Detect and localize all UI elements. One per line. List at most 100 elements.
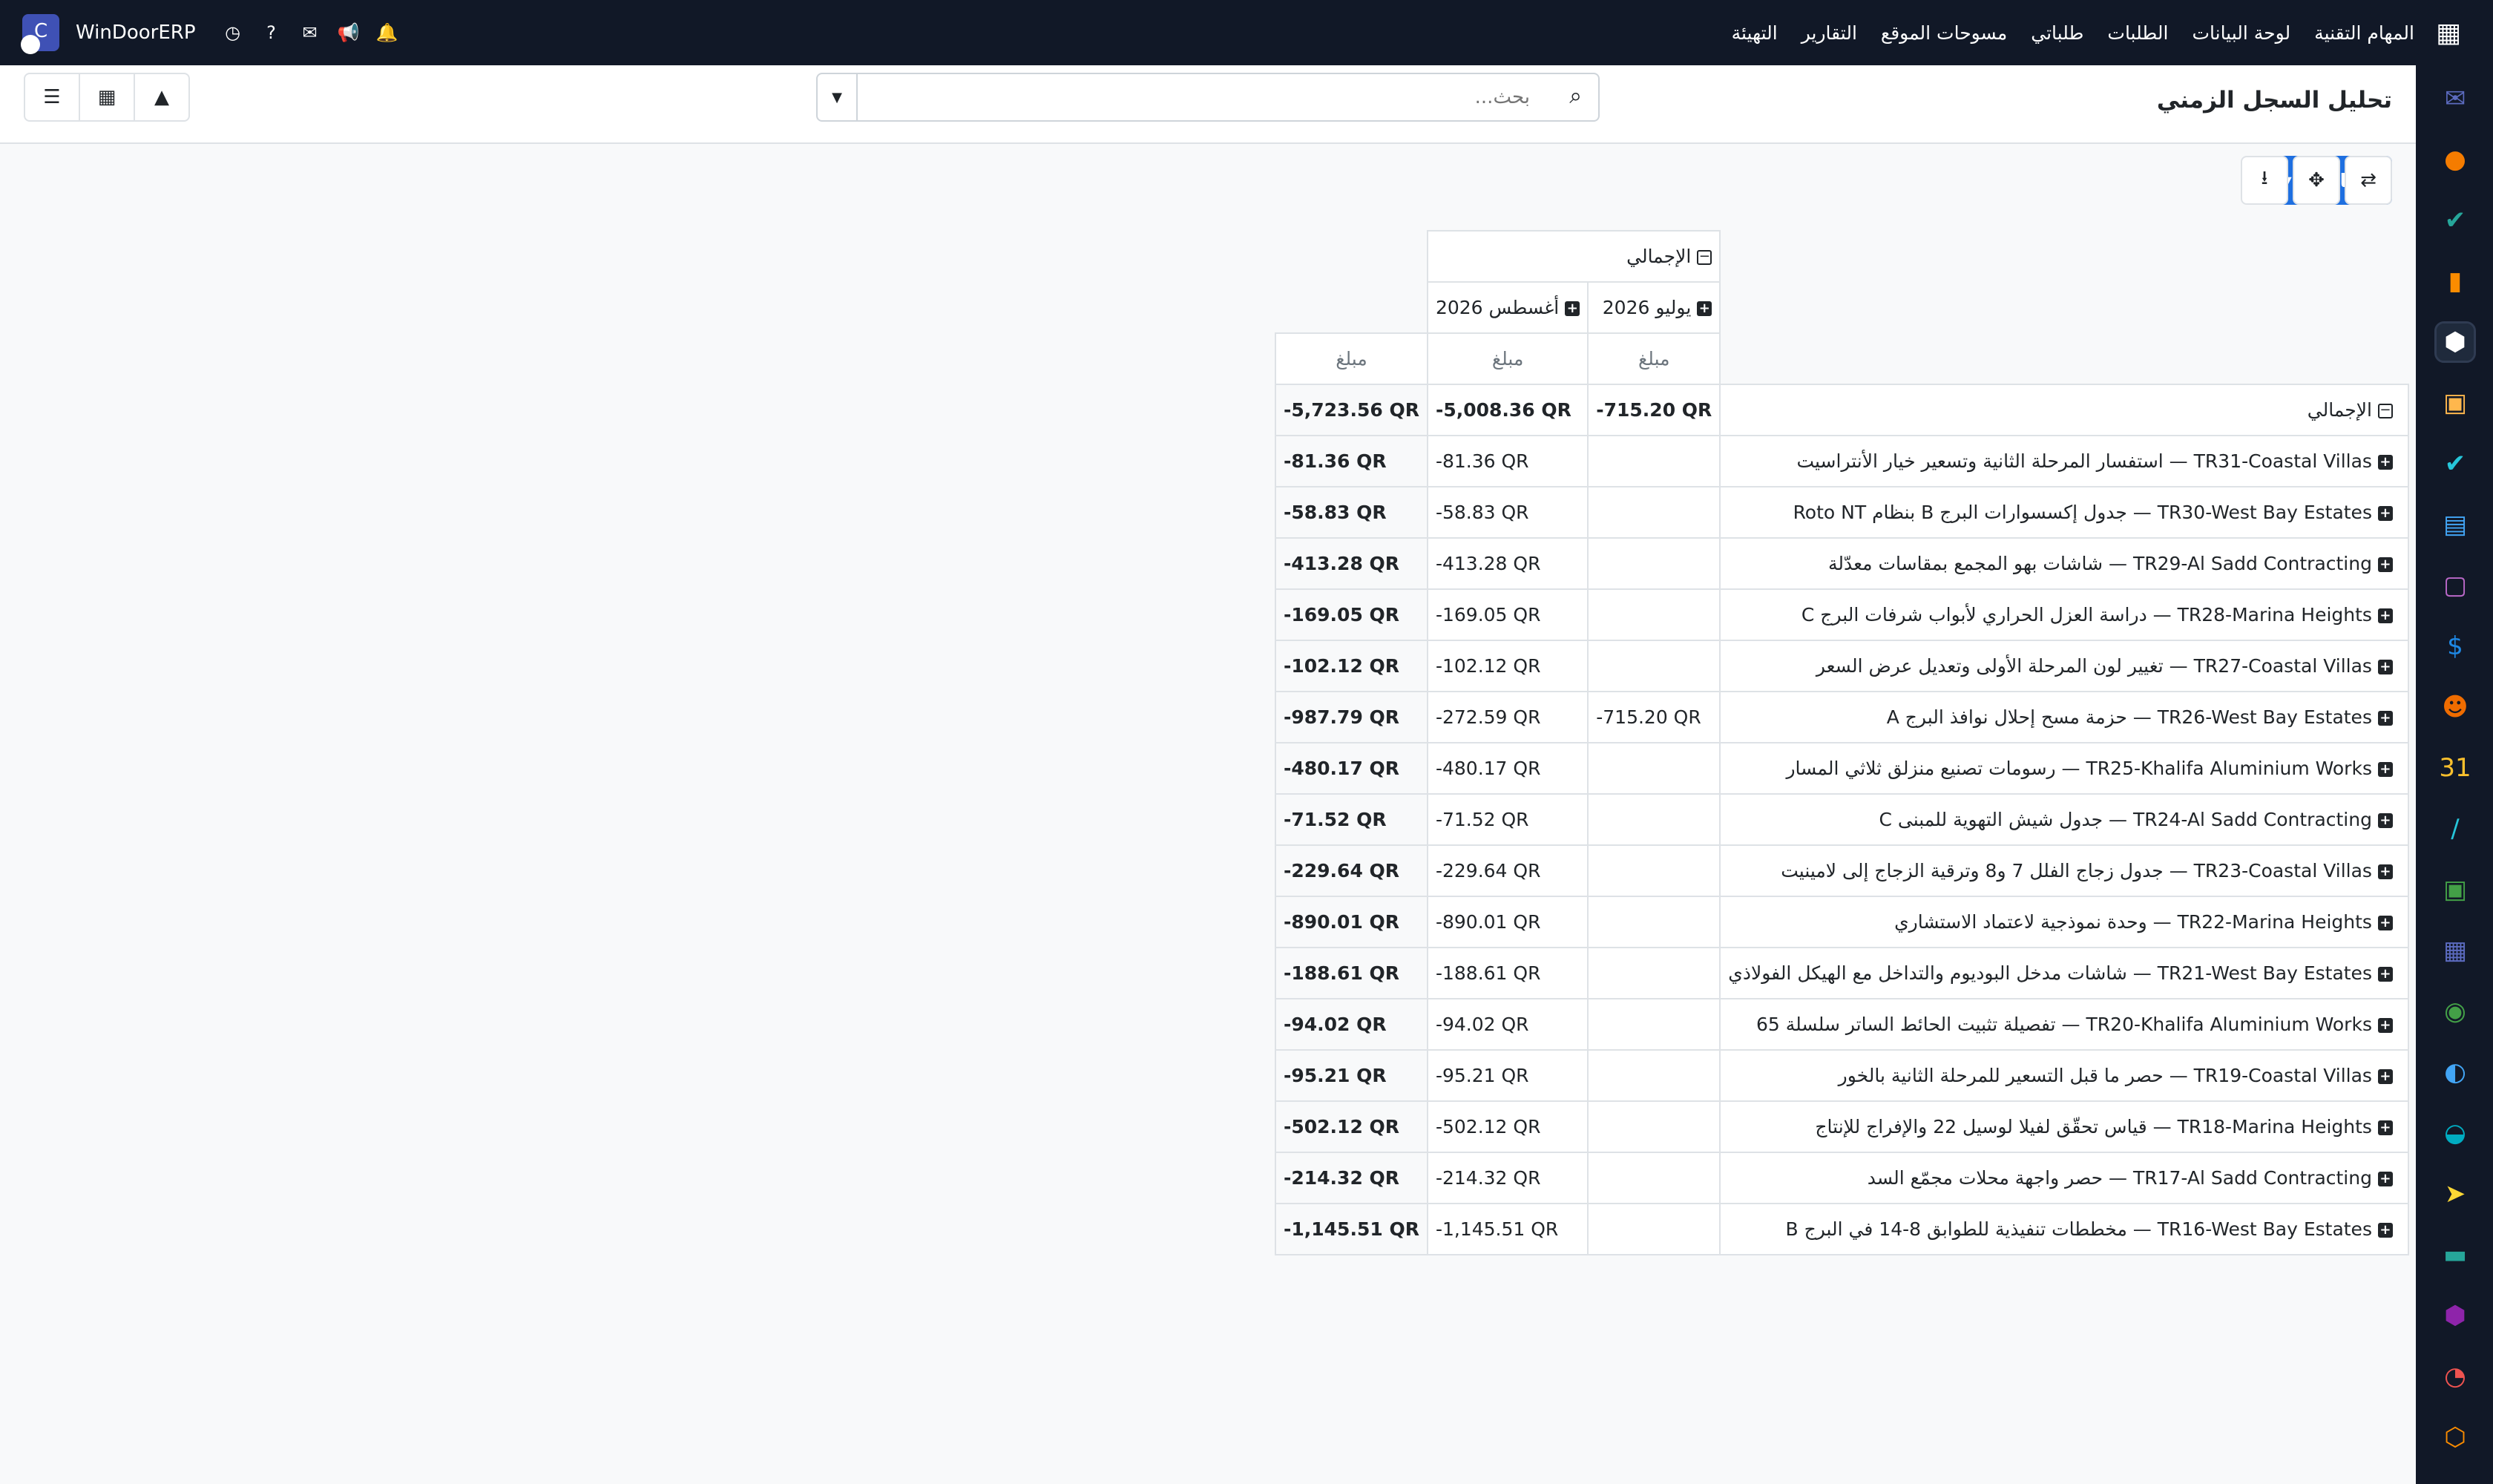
people-app-icon[interactable]: ☻ [2437, 689, 2474, 726]
row-header[interactable]: + TR29-Al Sadd Contracting — شاشات بهو ال… [1719, 537, 2409, 590]
cell-august[interactable]: -58.83 QR [1426, 486, 1589, 539]
cell-august[interactable]: -169.05 QR [1426, 588, 1589, 641]
planet-app-icon[interactable]: ◐ [2437, 1054, 2474, 1091]
cell-august[interactable]: -272.59 QR [1426, 691, 1589, 743]
cell-august[interactable]: -102.12 QR [1426, 640, 1589, 692]
cell-row-total[interactable]: -229.64 QR [1275, 844, 1428, 897]
cell-july[interactable]: -715.20 QR [1587, 691, 1721, 743]
row-header[interactable]: + TR17-Al Sadd Contracting — حصر واجهة مح… [1719, 1152, 2409, 1204]
search-options-toggle[interactable]: ▼ [818, 74, 858, 120]
row-header[interactable]: + TR22-Marina Heights — وحدة نموذجية لاعت… [1719, 896, 2409, 948]
gear-app-icon[interactable]: ⬡ [2437, 1419, 2474, 1456]
cell-august[interactable]: -502.12 QR [1426, 1100, 1589, 1153]
company-logo[interactable] [21, 14, 59, 54]
contact-app-icon[interactable]: ▣ [2437, 871, 2474, 908]
cell-july[interactable] [1587, 1203, 1721, 1255]
cell-july[interactable] [1587, 844, 1721, 897]
mail-app-icon[interactable]: ✉ [2437, 80, 2474, 117]
help-icon[interactable]: ? [252, 22, 291, 43]
search-input[interactable] [861, 80, 1531, 114]
cell-august[interactable]: -890.01 QR [1426, 896, 1589, 948]
cell-august[interactable]: -480.17 QR [1426, 742, 1589, 795]
download-icon[interactable]: ⭳ [2241, 156, 2288, 205]
menu-item-technical-tasks[interactable]: المهام التقنية [2302, 22, 2426, 44]
row-header[interactable]: + TR27-Coastal Villas — تغيير لون المرحلة… [1719, 640, 2409, 692]
cell-row-total[interactable]: -214.32 QR [1275, 1152, 1428, 1204]
row-header[interactable]: + TR24-Al Sadd Contracting — جدول شيش الت… [1719, 793, 2409, 846]
measure-header[interactable]: مبلغ [1587, 332, 1721, 385]
cell-july-total[interactable]: -715.20 QR [1587, 384, 1721, 436]
row-header[interactable]: + TR25-Khalifa Aluminium Works — رسومات ت… [1719, 742, 2409, 795]
bell-icon[interactable]: 🔔 [368, 22, 407, 43]
graph-view-icon[interactable]: ▲ [135, 74, 188, 120]
cell-row-total[interactable]: -413.28 QR [1275, 537, 1428, 590]
cell-july[interactable] [1587, 1152, 1721, 1204]
cell-august[interactable]: -95.21 QR [1426, 1049, 1589, 1102]
row-header[interactable]: + TR31-Coastal Villas — استفسار المرحلة ا… [1719, 435, 2409, 487]
flip-axis-icon[interactable]: ⇄ [2345, 156, 2392, 205]
cell-july[interactable] [1587, 486, 1721, 539]
cell-row-total[interactable]: -1,145.51 QR [1275, 1203, 1428, 1255]
cell-august[interactable]: -94.02 QR [1426, 998, 1589, 1051]
chat-icon[interactable]: ✉ [291, 22, 329, 43]
card-app-icon[interactable]: ▬ [2437, 1236, 2474, 1273]
cell-row-total[interactable]: -95.21 QR [1275, 1049, 1428, 1102]
cell-august[interactable]: -413.28 QR [1426, 537, 1589, 590]
calendar-app-icon[interactable]: 31 [2437, 749, 2474, 787]
cell-july[interactable] [1587, 537, 1721, 590]
cell-july[interactable] [1587, 1049, 1721, 1102]
menu-item-configuration[interactable]: التهيئة [1720, 22, 1790, 44]
pivot-view-icon[interactable]: ▦ [80, 74, 135, 120]
cell-july[interactable] [1587, 742, 1721, 795]
chat-bubble-app-icon[interactable]: ● [2437, 141, 2474, 178]
cell-august[interactable]: -71.52 QR [1426, 793, 1589, 846]
row-header[interactable]: + TR30-West Bay Estates — جدول إكسسوارات … [1719, 486, 2409, 539]
checkmark-app-icon[interactable]: ✔ [2437, 202, 2474, 239]
menu-item-requests[interactable]: الطلبات [2095, 22, 2180, 44]
cell-grand-total[interactable]: -5,723.56 QR [1275, 384, 1428, 436]
cell-july[interactable] [1587, 998, 1721, 1051]
row-header[interactable]: + TR21-West Bay Estates — شاشات مدخل البو… [1719, 947, 2409, 999]
row-header[interactable]: + TR19-Coastal Villas — حصر ما قبل التسعي… [1719, 1049, 2409, 1102]
column-header-month[interactable]: +يوليو 2026 [1587, 281, 1721, 334]
cube-app-icon[interactable]: ⬢ [2434, 321, 2476, 363]
cell-row-total[interactable]: -81.36 QR [1275, 435, 1428, 487]
row-header[interactable]: + TR28-Marina Heights — دراسة العزل الحرا… [1719, 588, 2409, 641]
box-app-icon[interactable]: ▢ [2437, 567, 2474, 604]
megaphone-icon[interactable]: 📢 [329, 22, 368, 43]
wave-app-icon[interactable]: ◒ [2437, 1114, 2474, 1152]
send-app-icon[interactable]: ➤ [2437, 1175, 2474, 1212]
bar-chart-app-icon[interactable]: ▮ [2437, 263, 2474, 300]
cell-july[interactable] [1587, 793, 1721, 846]
cell-row-total[interactable]: -502.12 QR [1275, 1100, 1428, 1153]
cell-july[interactable] [1587, 640, 1721, 692]
whatsapp-app-icon[interactable]: ◉ [2437, 993, 2474, 1030]
cell-row-total[interactable]: -188.61 QR [1275, 947, 1428, 999]
cell-row-total[interactable]: -71.52 QR [1275, 793, 1428, 846]
cell-august[interactable]: -214.32 QR [1426, 1152, 1589, 1204]
cell-july[interactable] [1587, 435, 1721, 487]
cell-row-total[interactable]: -480.17 QR [1275, 742, 1428, 795]
measure-header[interactable]: مبلغ [1426, 332, 1589, 385]
row-header[interactable]: + TR18-Marina Heights — قياس تحقّق لفيلا … [1719, 1100, 2409, 1153]
cell-august[interactable]: -81.36 QR [1426, 435, 1589, 487]
cell-row-total[interactable]: -890.01 QR [1275, 896, 1428, 948]
row-header[interactable]: + TR26-West Bay Estates — حزمة مسح إحلال … [1719, 691, 2409, 743]
cell-august[interactable]: -229.64 QR [1426, 844, 1589, 897]
cell-july[interactable] [1587, 947, 1721, 999]
row-header[interactable]: + TR20-Khalifa Aluminium Works — تفصيلة ت… [1719, 998, 2409, 1051]
column-header-month[interactable]: +أغسطس 2026 [1426, 281, 1589, 334]
cell-july[interactable] [1587, 896, 1721, 948]
column-header-total[interactable]: −الإجمالي [1426, 230, 1721, 283]
cell-row-total[interactable]: -169.05 QR [1275, 588, 1428, 641]
list-view-icon[interactable]: ☰ [25, 74, 80, 120]
cell-july[interactable] [1587, 1100, 1721, 1153]
cell-row-total[interactable]: -102.12 QR [1275, 640, 1428, 692]
dashboard-app-icon[interactable]: ▦ [2437, 932, 2474, 969]
cell-row-total[interactable]: -987.79 QR [1275, 691, 1428, 743]
apps-grid-icon[interactable]: ▦ [2426, 18, 2471, 48]
cell-august[interactable]: -188.61 QR [1426, 947, 1589, 999]
pen-app-icon[interactable]: ∕ [2437, 810, 2474, 847]
measure-header[interactable]: مبلغ [1275, 332, 1428, 385]
cell-row-total[interactable]: -94.02 QR [1275, 998, 1428, 1051]
